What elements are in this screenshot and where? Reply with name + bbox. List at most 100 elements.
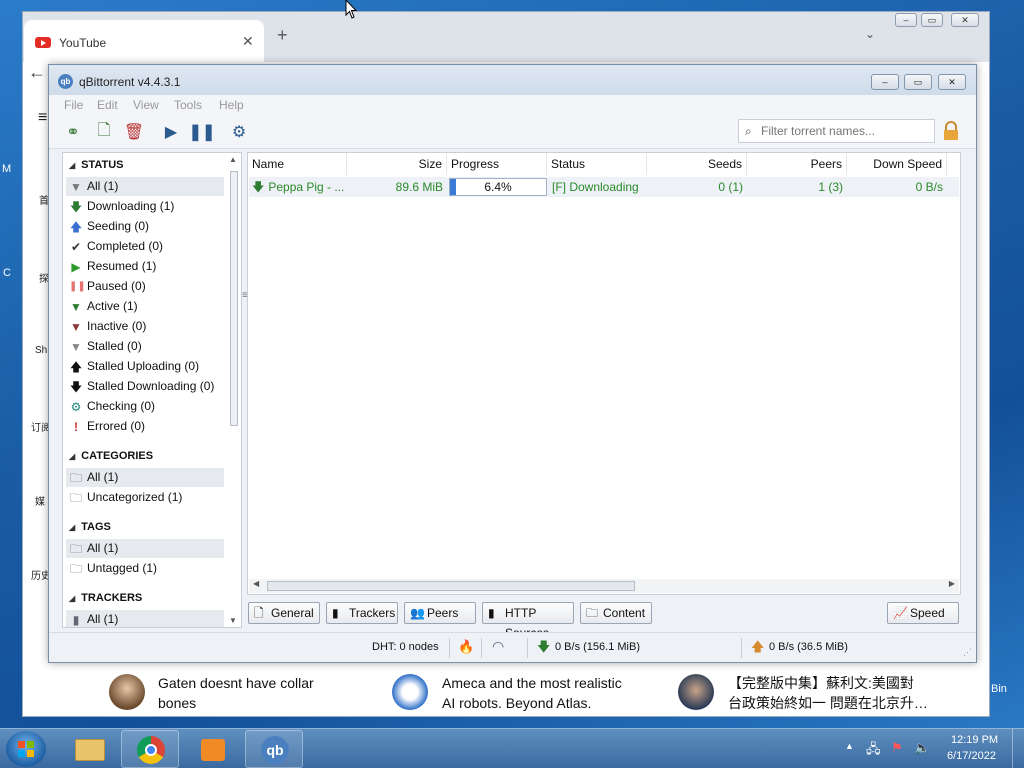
search-icon: ⌕ — [745, 124, 752, 138]
qb-minimize-button[interactable]: – — [871, 74, 899, 90]
column-header-down-speed[interactable]: Down Speed — [847, 153, 947, 175]
column-header-seeds[interactable]: Seeds — [647, 153, 747, 175]
yt-side-shorts[interactable]: Sh — [35, 345, 47, 356]
taskbar: qb ▲ 🖧 ⚑ 🔈 12:19 PM 6/17/2022 — [0, 728, 1024, 768]
status-filter-item[interactable]: ▶ Resumed (1) — [66, 257, 224, 276]
status-filter-item[interactable]: 🡅 Seeding (0) — [66, 217, 224, 236]
column-header-size[interactable]: Size — [347, 153, 447, 175]
scroll-left-icon[interactable]: ◀ — [253, 579, 259, 588]
status-filter-item[interactable]: ▼ Stalled (0) — [66, 337, 224, 356]
menu-tools[interactable]: Tools — [174, 98, 202, 112]
delete-icon[interactable]: 🗑 — [123, 121, 145, 143]
scroll-right-icon[interactable]: ▶ — [949, 579, 955, 588]
yt-side-library[interactable]: 媒 — [35, 493, 45, 508]
trackers-header[interactable]: ◢ TRACKERS — [69, 592, 142, 604]
column-header-peers[interactable]: Peers — [747, 153, 847, 175]
feed-video-title[interactable]: 【完整版中集】蘇利文:美國對 台政策始終如一 問題在北京升… — [728, 673, 928, 713]
status-filter-item[interactable]: 🡅 Stalled Uploading (0) — [66, 357, 224, 376]
menu-icon[interactable]: ≡ — [38, 109, 47, 127]
speed-button[interactable]: 📈 Speed — [887, 602, 959, 624]
tag-item-all[interactable]: 🗀 All (1) — [66, 539, 224, 558]
upload-speed-status[interactable]: 0 B/s (36.5 MiB) — [769, 641, 848, 653]
sidebar-scrollbar[interactable]: ▲ ▼ — [228, 155, 240, 625]
feed-video-title[interactable]: Ameca and the most realistic AI robots. B… — [442, 673, 622, 713]
taskbar-qbittorrent[interactable]: qb — [245, 730, 303, 768]
menu-help[interactable]: Help — [219, 98, 244, 112]
show-desktop-button[interactable] — [1012, 729, 1024, 768]
qb-maximize-button[interactable]: ▭ — [904, 74, 932, 90]
tab-peers[interactable]: 👥 Peers — [404, 602, 476, 624]
tab-trackers[interactable]: ▮ Trackers — [326, 602, 398, 624]
status-filter-item[interactable]: ▼ All (1) — [66, 177, 224, 196]
category-item-all[interactable]: 🗀 All (1) — [66, 468, 224, 487]
folder-icon: 🗀 — [69, 562, 82, 576]
tags-header[interactable]: ◢ TAGS — [69, 521, 111, 533]
chrome-minimize-button[interactable]: – — [895, 13, 917, 27]
volume-icon[interactable]: 🔈 — [914, 740, 930, 756]
menu-file[interactable]: File — [64, 98, 83, 112]
search-input[interactable] — [761, 123, 931, 139]
action-center-flag-icon[interactable]: ⚑ — [891, 740, 903, 756]
channel-avatar[interactable] — [392, 674, 428, 710]
tab-general[interactable]: 🗋 General — [248, 602, 320, 624]
taskbar-media-player[interactable] — [183, 730, 241, 768]
add-torrent-link-icon[interactable]: ⚭ — [62, 121, 84, 143]
connection-status-icon[interactable]: 🔥 — [458, 639, 474, 655]
category-item-uncategorized[interactable]: 🗀 Uncategorized (1) — [66, 488, 224, 507]
tag-item-untagged[interactable]: 🗀 Untagged (1) — [66, 559, 224, 578]
tab-content[interactable]: 🗀 Content — [580, 602, 652, 624]
status-filter-item[interactable]: ! Errored (0) — [66, 417, 224, 436]
clock-time[interactable]: 12:19 PM — [951, 734, 998, 746]
status-header[interactable]: ◢ STATUS — [69, 159, 124, 171]
scrollbar-thumb[interactable] — [267, 581, 635, 591]
channel-avatar[interactable] — [678, 674, 714, 710]
chrome-close-button[interactable]: ✕ — [951, 13, 979, 27]
status-filter-item[interactable]: 🡇 Stalled Downloading (0) — [66, 377, 224, 396]
back-arrow-icon[interactable]: ← — [28, 62, 46, 83]
taskbar-chrome[interactable] — [121, 730, 179, 768]
download-speed-status[interactable]: 0 B/s (156.1 MiB) — [555, 641, 640, 653]
status-filter-item[interactable]: ✔ Completed (0) — [66, 237, 224, 256]
status-filter-item[interactable]: ⚙ Checking (0) — [66, 397, 224, 416]
torrent-filter-search[interactable]: ⌕ — [738, 119, 935, 143]
options-gear-icon[interactable]: ⚙ — [228, 121, 250, 143]
lock-icon[interactable] — [942, 121, 960, 141]
network-icon[interactable]: 🖧 — [866, 740, 881, 762]
desktop-label: Bin — [991, 683, 1007, 695]
menu-edit[interactable]: Edit — [97, 98, 118, 112]
chrome-maximize-button[interactable]: ▭ — [921, 13, 943, 27]
taskbar-explorer[interactable] — [60, 730, 118, 768]
column-header-status[interactable]: Status — [547, 153, 647, 175]
channel-avatar[interactable] — [109, 674, 145, 710]
filter-icon: ▼ — [70, 180, 82, 194]
column-header-name[interactable]: Name — [248, 153, 347, 175]
horizontal-scrollbar[interactable]: ◀ ▶ — [249, 579, 959, 593]
speed-limit-gauge-icon[interactable]: ◠ — [492, 638, 504, 655]
scrollbar-thumb[interactable] — [230, 171, 238, 426]
resize-grip-icon[interactable]: ⋰ — [963, 647, 972, 658]
status-filter-item[interactable]: ❚❚ Paused (0) — [66, 277, 224, 296]
tracker-item-all[interactable]: ▮ All (1) — [66, 610, 224, 627]
resume-play-icon[interactable]: ▶ — [160, 121, 182, 143]
chrome-tab-youtube[interactable]: YouTube ✕ — [24, 20, 264, 62]
status-filter-item[interactable]: ▼ Inactive (0) — [66, 317, 224, 336]
categories-header[interactable]: ◢ CATEGORIES — [69, 450, 153, 462]
video-feed: Gaten doesnt have collar bones Ameca and … — [22, 665, 990, 717]
show-hidden-icons-chevron[interactable]: ▲ — [845, 741, 854, 751]
pause-icon[interactable]: ❚❚ — [189, 121, 216, 143]
clock-date[interactable]: 6/17/2022 — [947, 750, 996, 762]
status-filter-item[interactable]: ▼ Active (1) — [66, 297, 224, 316]
close-tab-icon[interactable]: ✕ — [242, 33, 254, 50]
status-filter-item[interactable]: 🡇 Downloading (1) — [66, 197, 224, 216]
qb-window-title: qBittorrent v4.4.3.1 — [79, 75, 181, 89]
feed-video-title[interactable]: Gaten doesnt have collar bones — [158, 673, 314, 713]
qb-close-button[interactable]: ✕ — [938, 74, 966, 90]
tab-search-chevron-icon[interactable]: ⌄ — [865, 27, 875, 41]
add-torrent-file-icon[interactable]: 🗋 — [93, 121, 115, 143]
table-row[interactable]: 🡇 Peppa Pig - ... 89.6 MiB 6.4% [F] Downl… — [249, 177, 959, 197]
tab-http-sources[interactable]: ▮HTTP Sources — [482, 602, 574, 640]
new-tab-button[interactable]: + — [277, 25, 288, 46]
start-button[interactable] — [6, 731, 46, 767]
column-header-progress[interactable]: Progress — [447, 153, 547, 175]
menu-view[interactable]: View — [133, 98, 159, 112]
